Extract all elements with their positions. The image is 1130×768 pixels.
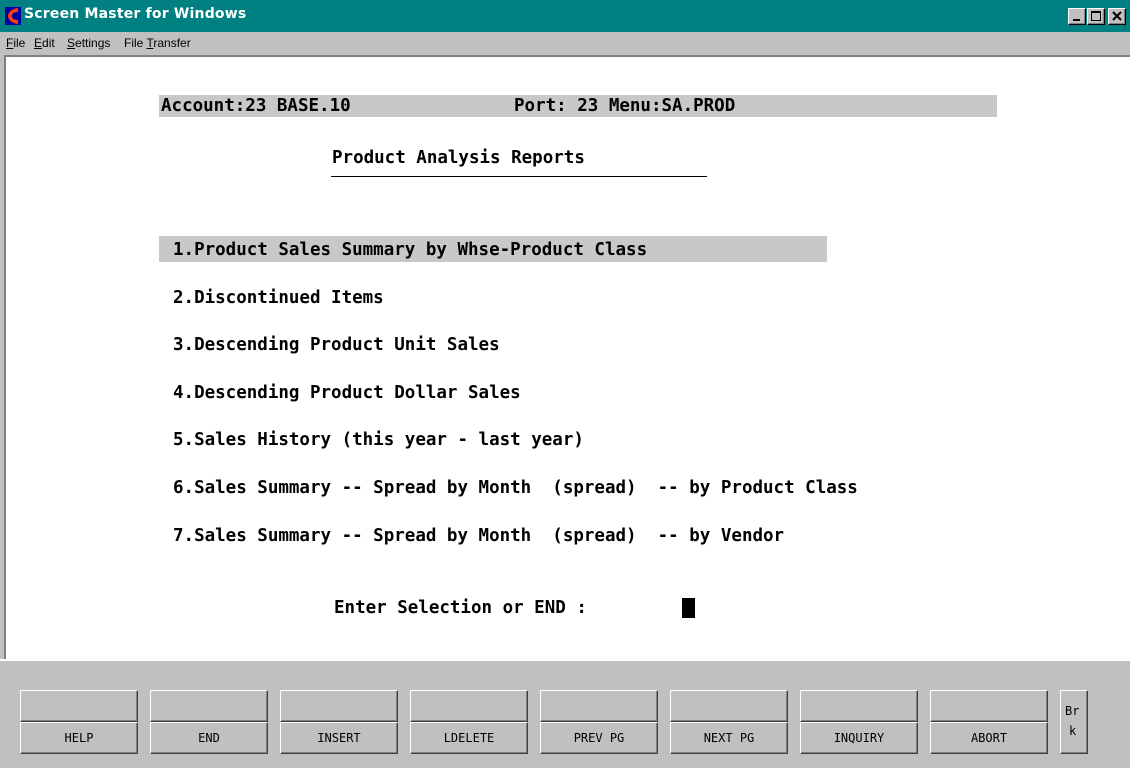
fkey-top-4[interactable] <box>410 690 528 722</box>
status-account: Account:23 BASE.10 <box>161 96 351 116</box>
fkey-top-6[interactable] <box>670 690 788 722</box>
break-label-line1: Br <box>1065 704 1080 718</box>
maximize-icon <box>1091 11 1101 21</box>
menu-option-5[interactable]: 5.Sales History (this year - last year) <box>173 429 584 451</box>
fkey-top-7[interactable] <box>800 690 918 722</box>
menu-file-transfer[interactable]: File Transfer <box>124 36 191 50</box>
maximize-button[interactable] <box>1087 8 1105 25</box>
window-title: Screen Master for Windows <box>24 6 247 22</box>
inquiry-button[interactable]: INQUIRY <box>800 722 918 754</box>
menu-option-3[interactable]: 3.Descending Product Unit Sales <box>173 334 500 356</box>
prev-pg-button[interactable]: PREV PG <box>540 722 658 754</box>
next-pg-button[interactable]: NEXT PG <box>670 722 788 754</box>
fkey-top-1[interactable] <box>20 690 138 722</box>
terminal-screen[interactable]: Account:23 BASE.10 Port: 23 Menu:SA.PROD… <box>4 55 1130 659</box>
page-title: Product Analysis Reports <box>332 148 585 168</box>
title-bar[interactable]: Screen Master for Windows <box>0 0 1130 32</box>
minimize-button[interactable] <box>1068 8 1086 25</box>
menu-option-2[interactable]: 2.Discontinued Items <box>173 287 384 309</box>
selection-prompt: Enter Selection or END : <box>334 598 598 618</box>
text-cursor[interactable] <box>682 598 695 618</box>
fkey-top-2[interactable] <box>150 690 268 722</box>
close-icon <box>1112 11 1122 21</box>
fkey-top-5[interactable] <box>540 690 658 722</box>
break-label-line2: k <box>1069 724 1077 738</box>
menu-file[interactable]: File <box>6 36 25 50</box>
title-underline <box>331 176 707 177</box>
ldelete-button[interactable]: LDELETE <box>410 722 528 754</box>
minimize-icon <box>1073 19 1080 21</box>
fkey-top-8[interactable] <box>930 690 1048 722</box>
break-button[interactable]: Br k <box>1060 690 1088 754</box>
app-window: Screen Master for Windows File Edit Sett… <box>0 0 1130 768</box>
menu-settings[interactable]: Settings <box>67 36 110 50</box>
fkey-top-3[interactable] <box>280 690 398 722</box>
menu-bar: File Edit Settings File Transfer <box>0 32 1130 54</box>
menu-option-1[interactable]: 1.Product Sales Summary by Whse-Product … <box>173 239 647 261</box>
menu-option-7[interactable]: 7.Sales Summary -- Spread by Month (spre… <box>173 525 784 547</box>
menu-edit[interactable]: Edit <box>34 36 55 50</box>
app-icon <box>5 7 21 25</box>
menu-option-4[interactable]: 4.Descending Product Dollar Sales <box>173 382 521 404</box>
status-port-menu: Port: 23 Menu:SA.PROD <box>514 96 736 116</box>
abort-button[interactable]: ABORT <box>930 722 1048 754</box>
menu-option-6[interactable]: 6.Sales Summary -- Spread by Month (spre… <box>173 477 858 499</box>
insert-button[interactable]: INSERT <box>280 722 398 754</box>
help-button[interactable]: HELP <box>20 722 138 754</box>
close-button[interactable] <box>1108 8 1126 25</box>
end-button[interactable]: END <box>150 722 268 754</box>
function-key-bar: HELP END INSERT LDELETE PREV PG NEXT PG … <box>0 659 1130 768</box>
